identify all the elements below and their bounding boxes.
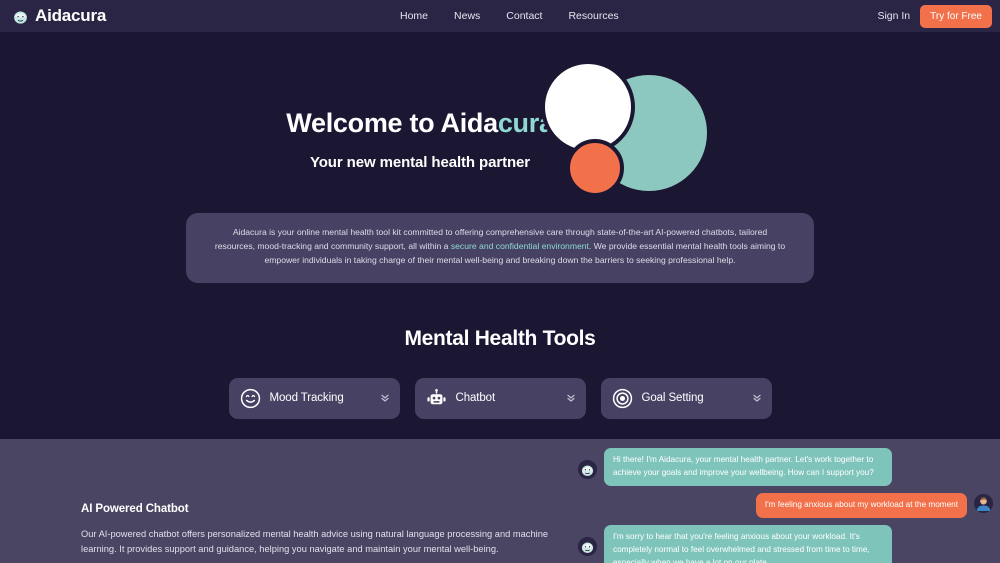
hero-subtitle: Your new mental health partner xyxy=(309,154,531,171)
nav-link-resources[interactable]: Resources xyxy=(568,10,618,22)
chatbot-section-heading: AI Powered Chatbot xyxy=(81,503,189,515)
chevron-down-icon[interactable] xyxy=(566,392,576,404)
page-root: Aidacura Home News Contact Resources Sig… xyxy=(0,0,1000,563)
hero-text-block: Welcome to Aidacura Your new mental heal… xyxy=(0,110,840,172)
nav-link-news[interactable]: News xyxy=(454,10,480,22)
nav-link-home[interactable]: Home xyxy=(400,10,428,22)
nav-link-contact[interactable]: Contact xyxy=(506,10,542,22)
smiley-face-icon xyxy=(240,388,260,408)
bot-avatar-icon xyxy=(578,536,597,556)
white-circle xyxy=(541,60,635,154)
nav-actions: Sign In Try for Free xyxy=(877,4,992,28)
brand-name: Aidacura xyxy=(35,6,107,25)
robot-icon xyxy=(426,388,446,405)
hero-title-main: Welcome to Aida xyxy=(286,108,498,138)
intro-card: Aidacura is your online mental health to… xyxy=(186,213,814,283)
chat-bubble-bot: Hi there! I'm Aidacura, your mental heal… xyxy=(604,448,892,486)
chat-message-row: I'm sorry to hear that you're feeling an… xyxy=(578,524,993,563)
intro-card-wrapper: Aidacura is your online mental health to… xyxy=(0,213,1000,283)
nav-links: Home News Contact Resources xyxy=(400,10,619,22)
tool-card-label: Chatbot xyxy=(455,392,496,405)
chat-bubble-user: I'm feeling anxious about my workload at… xyxy=(755,492,967,518)
chevron-down-icon[interactable] xyxy=(380,392,390,404)
intro-highlight-link[interactable]: secure and confidential environment xyxy=(451,241,589,251)
tool-card-mood-tracking[interactable]: Mood Tracking xyxy=(228,377,400,419)
tool-card-label: Goal Setting xyxy=(641,392,704,405)
chevron-down-icon[interactable] xyxy=(752,392,762,404)
tool-card-chatbot[interactable]: Chatbot xyxy=(414,377,586,419)
target-icon xyxy=(612,388,632,408)
bot-avatar-icon xyxy=(578,460,597,479)
chatbot-info-block: AI Powered Chatbot Our AI-powered chatbo… xyxy=(81,503,571,557)
tools-row: Mood Tracking Chatbot Goal Setting xyxy=(0,377,1000,419)
robot-logo-icon xyxy=(14,11,27,24)
user-avatar-icon xyxy=(974,493,993,513)
hero-circles-graphic xyxy=(541,60,707,197)
orange-circle xyxy=(566,139,624,197)
navbar: Aidacura Home News Contact Resources Sig… xyxy=(0,0,1000,32)
page-title: Welcome to Aidacura xyxy=(0,110,840,137)
chat-message-row: Hi there! I'm Aidacura, your mental heal… xyxy=(578,448,993,486)
tools-section: Mental Health Tools Mood Tracking Chatbo… xyxy=(0,327,1000,419)
chat-message-row: I'm feeling anxious about my workload at… xyxy=(578,492,993,518)
ai-chatbot-section: AI Powered Chatbot Our AI-powered chatbo… xyxy=(0,439,1000,563)
hero-section: Welcome to Aidacura Your new mental heal… xyxy=(0,32,1000,197)
try-for-free-button[interactable]: Try for Free xyxy=(920,4,992,28)
sign-in-link[interactable]: Sign In xyxy=(877,10,910,22)
tools-section-title: Mental Health Tools xyxy=(404,326,596,350)
chatbot-section-description: Our AI-powered chatbot offers personaliz… xyxy=(81,529,549,555)
chat-bubble-bot: I'm sorry to hear that you're feeling an… xyxy=(604,524,892,563)
tool-card-label: Mood Tracking xyxy=(269,392,344,405)
brand-logo[interactable]: Aidacura xyxy=(12,6,106,26)
chat-transcript: Hi there! I'm Aidacura, your mental heal… xyxy=(578,448,993,563)
intro-paragraph: Aidacura is your online mental health to… xyxy=(212,226,788,268)
tool-card-goal-setting[interactable]: Goal Setting xyxy=(600,377,772,419)
